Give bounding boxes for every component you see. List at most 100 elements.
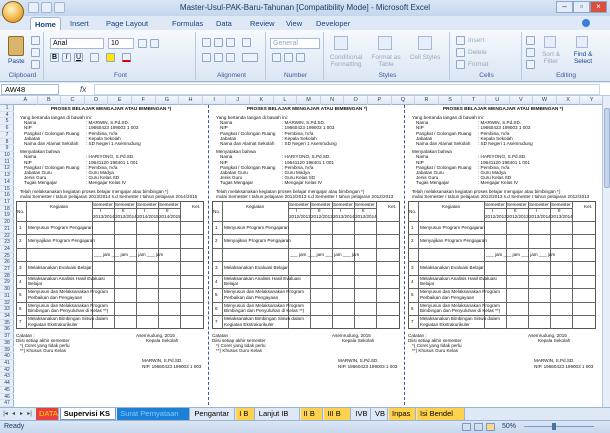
row-header[interactable]: 6 bbox=[0, 125, 14, 132]
delete-cells-icon[interactable] bbox=[456, 48, 465, 57]
align-center-icon[interactable] bbox=[214, 53, 223, 62]
close-button[interactable]: × bbox=[590, 1, 607, 13]
sort-filter-button[interactable]: Sort & Filter bbox=[538, 51, 564, 65]
align-left-icon[interactable] bbox=[202, 53, 211, 62]
row-header[interactable]: 45 bbox=[0, 387, 14, 394]
column-header[interactable]: F bbox=[132, 96, 156, 105]
row-header[interactable]: 37 bbox=[0, 333, 14, 340]
clear-icon[interactable] bbox=[526, 60, 535, 69]
column-header[interactable]: E bbox=[108, 96, 132, 105]
column-header[interactable]: Y bbox=[580, 96, 604, 105]
grow-font-icon[interactable] bbox=[138, 39, 147, 48]
row-header[interactable]: 46 bbox=[0, 394, 14, 401]
column-header[interactable]: Q bbox=[392, 96, 416, 105]
tab-data[interactable]: Data bbox=[212, 17, 236, 30]
tab-insert[interactable]: Insert bbox=[66, 17, 93, 30]
row-header[interactable]: 20 bbox=[0, 219, 14, 226]
tab-view[interactable]: View bbox=[282, 17, 306, 30]
row-header[interactable]: 4 bbox=[0, 112, 14, 119]
tab-page-layout[interactable]: Page Layout bbox=[102, 17, 152, 30]
row-header[interactable]: 34 bbox=[0, 313, 14, 320]
format-table-icon[interactable] bbox=[378, 36, 392, 50]
column-header[interactable]: X bbox=[557, 96, 581, 105]
row-header[interactable]: 16 bbox=[0, 192, 14, 199]
column-header[interactable]: G bbox=[156, 96, 180, 105]
sort-filter-icon[interactable] bbox=[544, 36, 556, 48]
row-header[interactable]: 31 bbox=[0, 293, 14, 300]
italic-icon[interactable]: I bbox=[62, 53, 71, 62]
insert-button[interactable]: Insert bbox=[468, 37, 484, 44]
format-cells-icon[interactable] bbox=[456, 60, 465, 69]
row-header[interactable]: 22 bbox=[0, 233, 14, 240]
tab-review[interactable]: Review bbox=[246, 17, 279, 30]
formula-input[interactable] bbox=[94, 84, 600, 95]
row-header[interactable]: 40 bbox=[0, 353, 14, 360]
copy-icon[interactable] bbox=[31, 48, 40, 57]
page-layout-view-icon[interactable] bbox=[474, 423, 483, 431]
column-header[interactable]: D bbox=[85, 96, 109, 105]
sheet-tab[interactable]: I B bbox=[236, 408, 255, 420]
minimize-button[interactable]: – bbox=[556, 1, 573, 13]
sheet-tab[interactable]: Isi Bendel bbox=[417, 408, 465, 420]
cut-icon[interactable] bbox=[31, 36, 40, 45]
restore-button[interactable]: ▫ bbox=[573, 1, 590, 13]
sheet-tab[interactable]: III B bbox=[324, 408, 352, 420]
column-header[interactable]: O bbox=[344, 96, 368, 105]
autosum-icon[interactable] bbox=[526, 36, 535, 45]
sheet-tab[interactable]: DATA bbox=[36, 408, 59, 420]
row-header[interactable]: 13 bbox=[0, 172, 14, 179]
row-header[interactable]: 28 bbox=[0, 273, 14, 280]
worksheet-grid[interactable]: PROSES BELAJAR MENGAJAR ATAU BIMBINGAN *… bbox=[14, 105, 604, 407]
font-size-combo[interactable]: 10 bbox=[108, 38, 134, 49]
column-header[interactable]: H bbox=[179, 96, 203, 105]
row-header[interactable]: 41 bbox=[0, 360, 14, 367]
name-box[interactable]: AW48 bbox=[1, 84, 59, 95]
format-button[interactable]: Format bbox=[468, 61, 489, 68]
sheet-tab[interactable]: Pengantar bbox=[191, 408, 236, 420]
row-header[interactable]: 18 bbox=[0, 206, 14, 213]
underline-icon[interactable]: U bbox=[74, 53, 83, 62]
column-header[interactable]: K bbox=[250, 96, 274, 105]
shrink-font-icon[interactable] bbox=[150, 39, 159, 48]
row-header[interactable]: 25 bbox=[0, 253, 14, 260]
merge-center-icon[interactable] bbox=[242, 53, 258, 62]
align-top-icon[interactable] bbox=[202, 38, 211, 47]
comma-icon[interactable] bbox=[296, 53, 305, 62]
row-header[interactable]: 33 bbox=[0, 306, 14, 314]
paste-icon[interactable] bbox=[8, 36, 24, 56]
column-header[interactable]: L bbox=[274, 96, 298, 105]
find-select-button[interactable]: Find & Select bbox=[568, 51, 598, 65]
sheet-tab[interactable]: Supervisi KS bbox=[59, 408, 117, 420]
row-header[interactable]: 9 bbox=[0, 145, 14, 152]
format-as-table-button[interactable]: Format as Table bbox=[368, 54, 404, 68]
help-icon[interactable] bbox=[582, 19, 590, 27]
row-header[interactable]: 7 bbox=[0, 132, 14, 139]
fill-icon[interactable] bbox=[526, 48, 535, 57]
column-header[interactable]: J bbox=[226, 96, 250, 105]
conditional-formatting-button[interactable]: Conditional Formatting bbox=[326, 54, 366, 68]
row-header[interactable]: 43 bbox=[0, 373, 14, 381]
row-header[interactable]: 8 bbox=[0, 139, 14, 146]
row-header[interactable]: 23 bbox=[0, 239, 14, 246]
sheet-tab[interactable]: VB bbox=[372, 408, 388, 420]
column-header[interactable]: P bbox=[368, 96, 392, 105]
row-header[interactable]: 17 bbox=[0, 199, 14, 206]
tab-formulas[interactable]: Formulas bbox=[168, 17, 207, 30]
sheet-tab[interactable]: II B bbox=[300, 408, 324, 420]
currency-icon[interactable] bbox=[272, 53, 281, 62]
row-header[interactable]: 10 bbox=[0, 152, 14, 159]
font-color-icon[interactable] bbox=[122, 53, 131, 62]
tab-developer[interactable]: Developer bbox=[312, 17, 354, 30]
align-bottom-icon[interactable] bbox=[226, 38, 235, 47]
cell-styles-icon[interactable] bbox=[418, 36, 432, 50]
column-header[interactable]: B bbox=[38, 96, 62, 105]
normal-view-icon[interactable] bbox=[462, 423, 471, 431]
vertical-scrollbar[interactable] bbox=[602, 96, 610, 407]
row-header[interactable]: 27 bbox=[0, 266, 14, 273]
column-header[interactable]: W bbox=[533, 96, 557, 105]
row-header[interactable]: 44 bbox=[0, 380, 14, 387]
orientation-icon[interactable] bbox=[242, 38, 251, 47]
cell-styles-button[interactable]: Cell Styles bbox=[408, 54, 442, 61]
column-header[interactable]: A bbox=[14, 96, 38, 105]
fx-icon[interactable]: fx bbox=[80, 83, 86, 96]
